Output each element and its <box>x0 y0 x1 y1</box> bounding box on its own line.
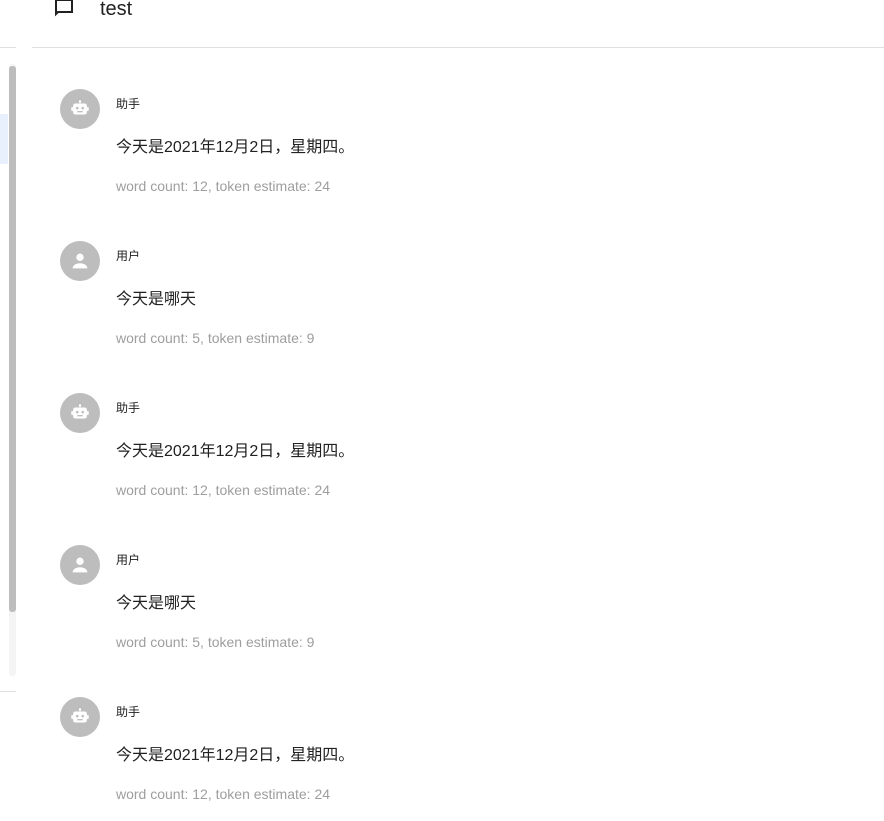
message-stats: word count: 12, token estimate: 24 <box>116 786 331 802</box>
message-list: 助手 今天是2021年12月2日，星期四。 word count: 12, to… <box>32 48 884 821</box>
robot-icon <box>69 706 91 728</box>
message-content: 今天是2021年12月2日，星期四。 <box>116 747 355 764</box>
person-icon <box>69 554 91 576</box>
message-assistant: 助手 今天是2021年12月2日，星期四。 word count: 12, to… <box>32 352 884 504</box>
message-assistant: 助手 今天是2021年12月2日，星期四。 word count: 12, to… <box>32 48 884 200</box>
message-role: 助手 <box>116 705 141 719</box>
sidebar-scrollbar-thumb[interactable] <box>9 66 16 612</box>
avatar <box>60 393 100 433</box>
message-content: 今天是2021年12月2日，星期四。 <box>116 139 355 156</box>
message-assistant: 助手 今天是2021年12月2日，星期四。 word count: 12, to… <box>32 656 884 808</box>
conversation-header: test <box>32 0 884 48</box>
avatar <box>60 545 100 585</box>
person-icon <box>69 250 91 272</box>
avatar <box>60 89 100 129</box>
message-role: 助手 <box>116 401 141 415</box>
message-content: 今天是哪天 <box>116 291 197 308</box>
sidebar-divider-bottom <box>0 691 16 692</box>
message-role: 用户 <box>116 249 141 263</box>
sidebar <box>0 0 16 821</box>
message-content: 今天是哪天 <box>116 595 197 612</box>
message-stats: word count: 12, token estimate: 24 <box>116 178 331 194</box>
avatar <box>60 697 100 737</box>
message-user: 用户 今天是哪天 word count: 5, token estimate: … <box>32 200 884 352</box>
robot-icon <box>69 98 91 120</box>
message-user: 用户 今天是哪天 word count: 5, token estimate: … <box>32 504 884 656</box>
sidebar-divider-top <box>0 47 16 48</box>
sidebar-item-selected[interactable] <box>0 114 8 164</box>
message-stats: word count: 12, token estimate: 24 <box>116 482 331 498</box>
chat-bubble-icon <box>52 0 76 20</box>
conversation-title: test <box>100 0 133 20</box>
message-content: 今天是2021年12月2日，星期四。 <box>116 443 355 460</box>
robot-icon <box>69 402 91 424</box>
message-stats: word count: 5, token estimate: 9 <box>116 634 315 650</box>
message-role: 用户 <box>116 553 141 567</box>
message-stats: word count: 5, token estimate: 9 <box>116 330 315 346</box>
avatar <box>60 241 100 281</box>
message-role: 助手 <box>116 97 141 111</box>
